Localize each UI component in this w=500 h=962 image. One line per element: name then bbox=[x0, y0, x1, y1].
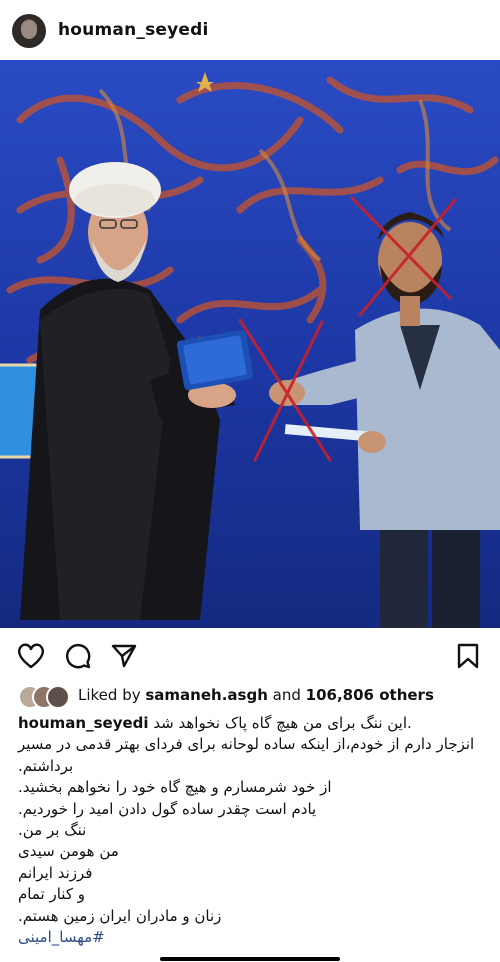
caption-line: برداشتم. bbox=[18, 756, 74, 775]
caption-line: فرزند ایرانم bbox=[18, 863, 93, 882]
caption-line: یادم است چقدر ساده گول دادن امید را خورد… bbox=[18, 799, 317, 818]
comment-icon[interactable] bbox=[64, 642, 92, 674]
liker-avatars bbox=[18, 684, 70, 709]
caption-line: از خود شرمسارم و هیچ گاه خود را نخواهم ب… bbox=[18, 778, 332, 797]
post-image[interactable] bbox=[0, 60, 500, 628]
post-caption: houman_seyedi .این ننگ برای من هیچ گاه پ… bbox=[18, 713, 484, 948]
avatar[interactable] bbox=[12, 14, 46, 48]
hashtag-link[interactable]: #مهسا_امینی bbox=[18, 927, 484, 948]
post-photo-illustration bbox=[0, 60, 500, 628]
caption-line-0: .این ننگ برای من هیچ گاه پاک نخواهد شد bbox=[153, 714, 412, 732]
post-actions bbox=[0, 636, 500, 676]
post-username[interactable]: houman_seyedi bbox=[58, 20, 209, 40]
caption-line: من هومن سیدی bbox=[18, 842, 119, 861]
share-icon[interactable] bbox=[110, 642, 138, 674]
caption-line: و کنار تمام bbox=[18, 885, 85, 904]
heart-icon[interactable] bbox=[16, 642, 46, 674]
home-indicator bbox=[160, 957, 340, 961]
caption-author[interactable]: houman_seyedi bbox=[18, 714, 149, 732]
first-liker[interactable]: samaneh.asgh bbox=[145, 686, 268, 704]
post-header: houman_seyedi bbox=[0, 0, 500, 60]
caption-line: انزجار دارم از خودم،از اینکه ساده لوحانه… bbox=[18, 735, 475, 754]
bookmark-icon[interactable] bbox=[456, 642, 480, 674]
likes-and: and bbox=[272, 686, 301, 704]
likes-row[interactable]: Liked by samaneh.asgh and 106,806 others bbox=[18, 684, 488, 709]
caption-line: زنان و مادران ایران زمین هستم. bbox=[18, 906, 222, 925]
likes-others[interactable]: 106,806 others bbox=[306, 686, 434, 704]
likes-prefix: Liked by bbox=[78, 686, 141, 704]
caption-line: ننگ بر من. bbox=[18, 821, 87, 840]
